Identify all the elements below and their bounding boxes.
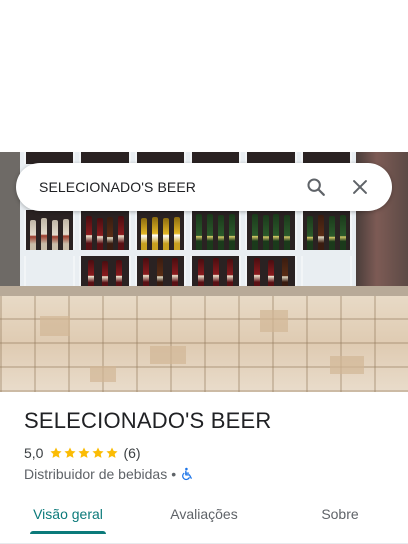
photo-tiled-counter [0, 296, 408, 392]
rating-value: 5,0 [24, 445, 44, 461]
rating-stars [49, 446, 119, 460]
place-title: SELECIONADO'S BEER [24, 408, 272, 433]
place-tabs: Visão geral Avaliações Sobre [0, 494, 408, 544]
search-query-text[interactable]: SELECIONADO'S BEER [39, 179, 290, 195]
clear-search-button[interactable] [342, 169, 378, 205]
star-icon [78, 447, 91, 458]
review-count[interactable]: (6) [123, 445, 140, 461]
tab-about[interactable]: Sobre [272, 494, 408, 534]
category-row: Distribuidor de bebidas • [24, 464, 194, 484]
place-category: Distribuidor de bebidas [24, 466, 168, 482]
wheelchair-accessible-icon [182, 467, 192, 481]
tab-reviews[interactable]: Avaliações [136, 494, 272, 534]
star-icon [92, 447, 105, 458]
rating-row[interactable]: 5,0 (6) [24, 443, 141, 463]
search-button[interactable] [298, 169, 334, 205]
star-icon [50, 447, 63, 458]
tab-overview[interactable]: Visão geral [0, 494, 136, 534]
photo-counter [0, 286, 408, 296]
search-icon [307, 178, 325, 196]
separator-dot: • [171, 466, 177, 482]
search-bar[interactable]: SELECIONADO'S BEER [16, 163, 392, 211]
close-icon [353, 180, 367, 194]
star-icon [106, 447, 119, 458]
star-icon [64, 447, 77, 458]
photo-wall [0, 152, 20, 292]
